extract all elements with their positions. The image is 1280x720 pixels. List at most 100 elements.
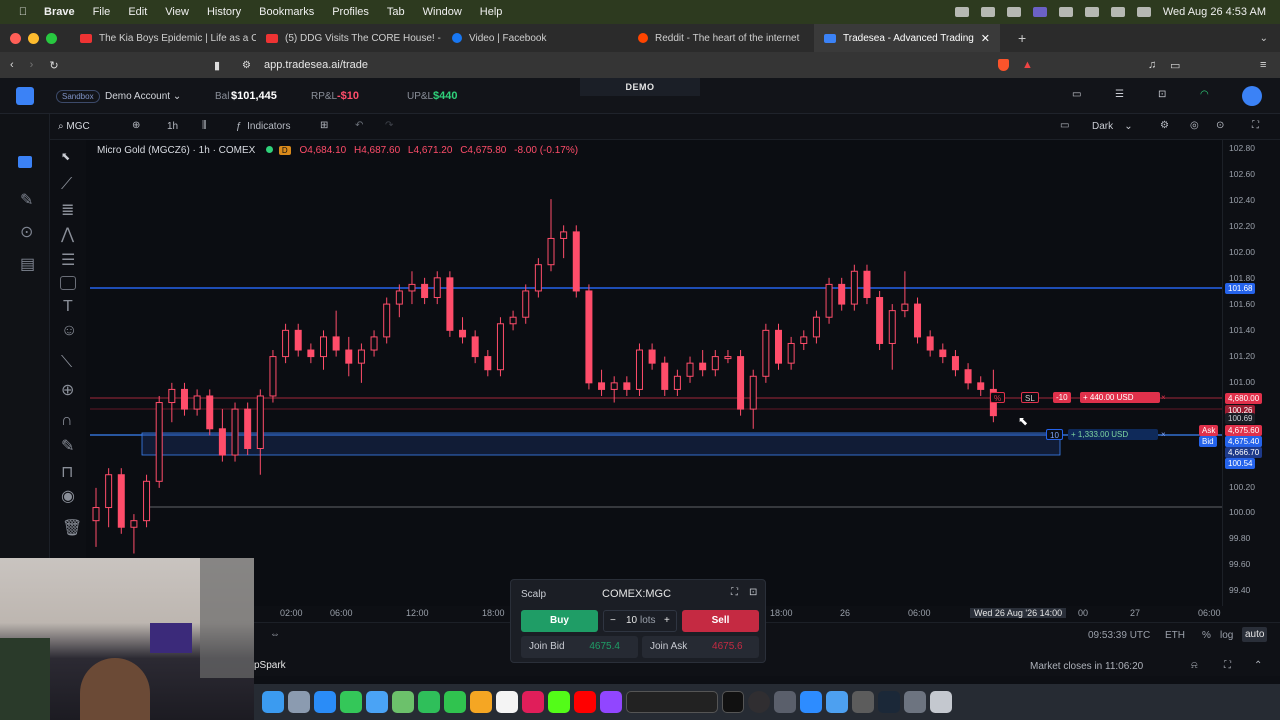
sell-button[interactable]: Sell: [682, 610, 759, 632]
user-avatar[interactable]: [1242, 86, 1262, 106]
twitch-icon[interactable]: [600, 691, 622, 713]
session-selector[interactable]: ETH: [1165, 630, 1185, 641]
menu-app-name[interactable]: Brave: [44, 6, 75, 18]
lock-icon[interactable]: ⊡: [1158, 89, 1166, 100]
extension-icon[interactable]: ♫: [1148, 59, 1156, 71]
notification-icon[interactable]: ⍾: [1191, 660, 1198, 671]
indicators-button[interactable]: ƒ Indicators: [236, 121, 290, 132]
photos-icon[interactable]: [470, 691, 492, 713]
help-icon[interactable]: [774, 691, 796, 713]
menu-history[interactable]: History: [207, 6, 241, 18]
join-bid-button[interactable]: Join Bid 4675.4: [521, 636, 638, 658]
short-qty-chip[interactable]: -10: [1053, 392, 1071, 403]
legend-title[interactable]: Micro Gold (MGCZ6) · 1h · COMEX: [97, 145, 255, 156]
menu-help[interactable]: Help: [480, 6, 503, 18]
expand-icon[interactable]: ⛶: [1224, 660, 1231, 671]
alert-icon[interactable]: ◎: [1190, 120, 1199, 131]
maps-icon[interactable]: [392, 691, 414, 713]
expand-icon[interactable]: ⛶: [731, 587, 738, 598]
calendar-icon[interactable]: [496, 691, 518, 713]
phone-icon[interactable]: [444, 691, 466, 713]
status-icon[interactable]: [980, 7, 995, 17]
browser-tab[interactable]: Reddit - The heart of the internet: [628, 24, 814, 52]
zoom-app-icon[interactable]: [800, 691, 822, 713]
menu-icon[interactable]: ≡: [1260, 59, 1266, 71]
tab-list-icon[interactable]: ⌄: [1260, 33, 1268, 44]
maximize-window-icon[interactable]: [46, 32, 57, 44]
new-tab-icon[interactable]: +: [1018, 30, 1026, 46]
replay-icon[interactable]: ⊙: [20, 222, 33, 242]
price-axis[interactable]: 102.80 102.60 102.40 102.20 102.00 101.80 101.…: [1199, 140, 1280, 606]
emoji-icon[interactable]: ☺: [61, 322, 77, 340]
fullscreen-icon[interactable]: ⛶: [1252, 120, 1259, 131]
url-field[interactable]: app.tradesea.ai/trade: [264, 59, 368, 71]
menu-tab[interactable]: Tab: [387, 6, 405, 18]
buy-button[interactable]: Buy: [521, 610, 598, 632]
qty-plus-button[interactable]: +: [664, 615, 670, 626]
battery-icon[interactable]: [1084, 7, 1099, 17]
site-settings-icon[interactable]: ⚙: [242, 60, 251, 71]
reload-icon[interactable]: ↻: [49, 59, 58, 72]
apple-icon[interactable]: : [14, 6, 32, 18]
qty-input[interactable]: 10: [626, 615, 637, 626]
collapse-icon[interactable]: ⌃: [1254, 660, 1262, 671]
layout-icon[interactable]: ▭: [1060, 120, 1069, 131]
log-toggle[interactable]: log: [1220, 630, 1233, 641]
obs-icon[interactable]: [748, 691, 770, 713]
rectangle-icon[interactable]: [60, 276, 76, 290]
tradesea-logo[interactable]: [16, 87, 34, 105]
ruler-icon[interactable]: ⟍: [61, 354, 72, 372]
wifi-icon[interactable]: [1058, 7, 1073, 17]
close-tab-icon[interactable]: ✕: [981, 32, 990, 45]
menu-bookmarks[interactable]: Bookmarks: [259, 6, 314, 18]
auto-toggle[interactable]: auto: [1242, 627, 1268, 642]
mail-icon[interactable]: [366, 691, 388, 713]
browser-tab[interactable]: Video | Facebook: [442, 24, 628, 52]
close-order-icon[interactable]: ×: [1158, 392, 1169, 403]
join-ask-button[interactable]: Join Ask 4675.6: [642, 636, 759, 658]
search-icon[interactable]: [1110, 7, 1125, 17]
stop-loss-chip[interactable]: SL: [1021, 392, 1039, 403]
timeframe-icon[interactable]: ⇔: [270, 629, 280, 640]
browser-tab[interactable]: The Kia Boys Epidemic | Life as a C: [70, 24, 256, 52]
kick-icon[interactable]: [548, 691, 570, 713]
zoom-icon[interactable]: ⊕: [61, 380, 74, 400]
utilities-icon[interactable]: [904, 691, 926, 713]
forward-icon[interactable]: ›: [30, 59, 34, 72]
order-mode-label[interactable]: Scalp: [521, 589, 546, 600]
bookmark-icon[interactable]: ▮: [214, 59, 220, 72]
status-icon[interactable]: [954, 7, 969, 17]
steam-icon[interactable]: [878, 691, 900, 713]
menubar-clock[interactable]: Wed Aug 26 4:53 AM: [1163, 6, 1266, 18]
browser-tab[interactable]: (5) DDG Visits The CORE House! -: [256, 24, 442, 52]
settings-icon[interactable]: ☰: [1115, 89, 1124, 100]
undo-icon[interactable]: ↶: [355, 120, 363, 131]
templates-icon[interactable]: ⊞: [320, 120, 328, 131]
menu-view[interactable]: View: [165, 6, 189, 18]
finder-icon[interactable]: [262, 691, 284, 713]
safari-icon[interactable]: [314, 691, 336, 713]
connection-icon[interactable]: ◠: [1200, 89, 1209, 100]
magnet-icon[interactable]: ∩: [61, 412, 73, 430]
browser-tab-active[interactable]: Tradesea - Advanced Trading ✕: [814, 24, 1000, 52]
utc-clock[interactable]: 09:53:39 UTC: [1088, 630, 1150, 641]
camera-icon[interactable]: ⊙: [1216, 120, 1224, 131]
popout-icon[interactable]: ⊡: [749, 587, 757, 598]
menu-edit[interactable]: Edit: [128, 6, 147, 18]
menu-file[interactable]: File: [93, 6, 111, 18]
chart-mode-icon[interactable]: [18, 156, 32, 168]
layout-icon[interactable]: ▭: [1072, 89, 1081, 100]
status-icon[interactable]: [1006, 7, 1021, 17]
menu-profiles[interactable]: Profiles: [332, 6, 369, 18]
tp-percent-chip[interactable]: %: [990, 392, 1006, 403]
long-qty-chip[interactable]: 10: [1046, 429, 1063, 440]
text-icon[interactable]: T: [63, 298, 73, 316]
pitchfork-icon[interactable]: ⋀: [61, 224, 74, 244]
trash-icon[interactable]: [930, 691, 952, 713]
control-center-icon[interactable]: [1136, 7, 1151, 17]
trend-line-icon[interactable]: ⟋: [61, 176, 72, 194]
qty-minus-button[interactable]: −: [610, 615, 616, 626]
journal-icon[interactable]: ▤: [20, 254, 35, 274]
slack-icon[interactable]: [522, 691, 544, 713]
chart-canvas[interactable]: [86, 140, 1224, 606]
